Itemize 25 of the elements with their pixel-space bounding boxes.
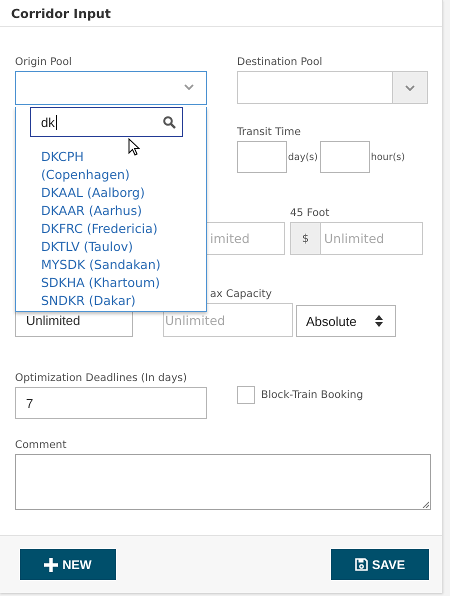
dropdown-option[interactable]: MYSDK (Sandakan)	[41, 256, 161, 274]
dropdown-option[interactable]: SDKHA (Khartoum)	[41, 274, 160, 292]
dropdown-option[interactable]: DKFRC (Fredericia)	[41, 220, 158, 238]
unit-label: hour(s)	[370, 152, 405, 163]
dropdown-option[interactable]: DKAAL (Aalborg)	[41, 184, 145, 202]
search-field[interactable]: dk	[30, 107, 183, 137]
save-button[interactable]: SAVE	[331, 549, 429, 580]
mode-select[interactable]: Absolute	[296, 305, 396, 338]
input-field[interactable]: 7	[15, 387, 207, 420]
field-label: Origin Pool	[15, 56, 73, 70]
field-label: Optimization Deadlines (In days)	[15, 372, 188, 386]
unit-label: day(s)	[288, 152, 318, 163]
checkbox-label: Block-Train Booking	[261, 389, 364, 402]
field-label: Destination Pool	[237, 56, 324, 70]
dropdown-option[interactable]: DKAAR (Aarhus)	[41, 202, 142, 220]
dropdown-option[interactable]: DKCPH (Copenhagen)	[41, 148, 166, 184]
field-label: ax Capacity	[209, 288, 273, 302]
new-button[interactable]: NEW	[20, 549, 116, 580]
panel-title: Corridor Input	[11, 6, 111, 21]
dropdown-option[interactable]: DKTLV (Taulov)	[41, 238, 134, 256]
input-field[interactable]: $ Unlimited	[290, 222, 423, 256]
currency-prefix: $	[291, 223, 321, 254]
field-label: 45 Foot	[290, 207, 330, 220]
field-label: Comment	[15, 439, 68, 452]
field-label: Transit Time	[237, 126, 302, 140]
